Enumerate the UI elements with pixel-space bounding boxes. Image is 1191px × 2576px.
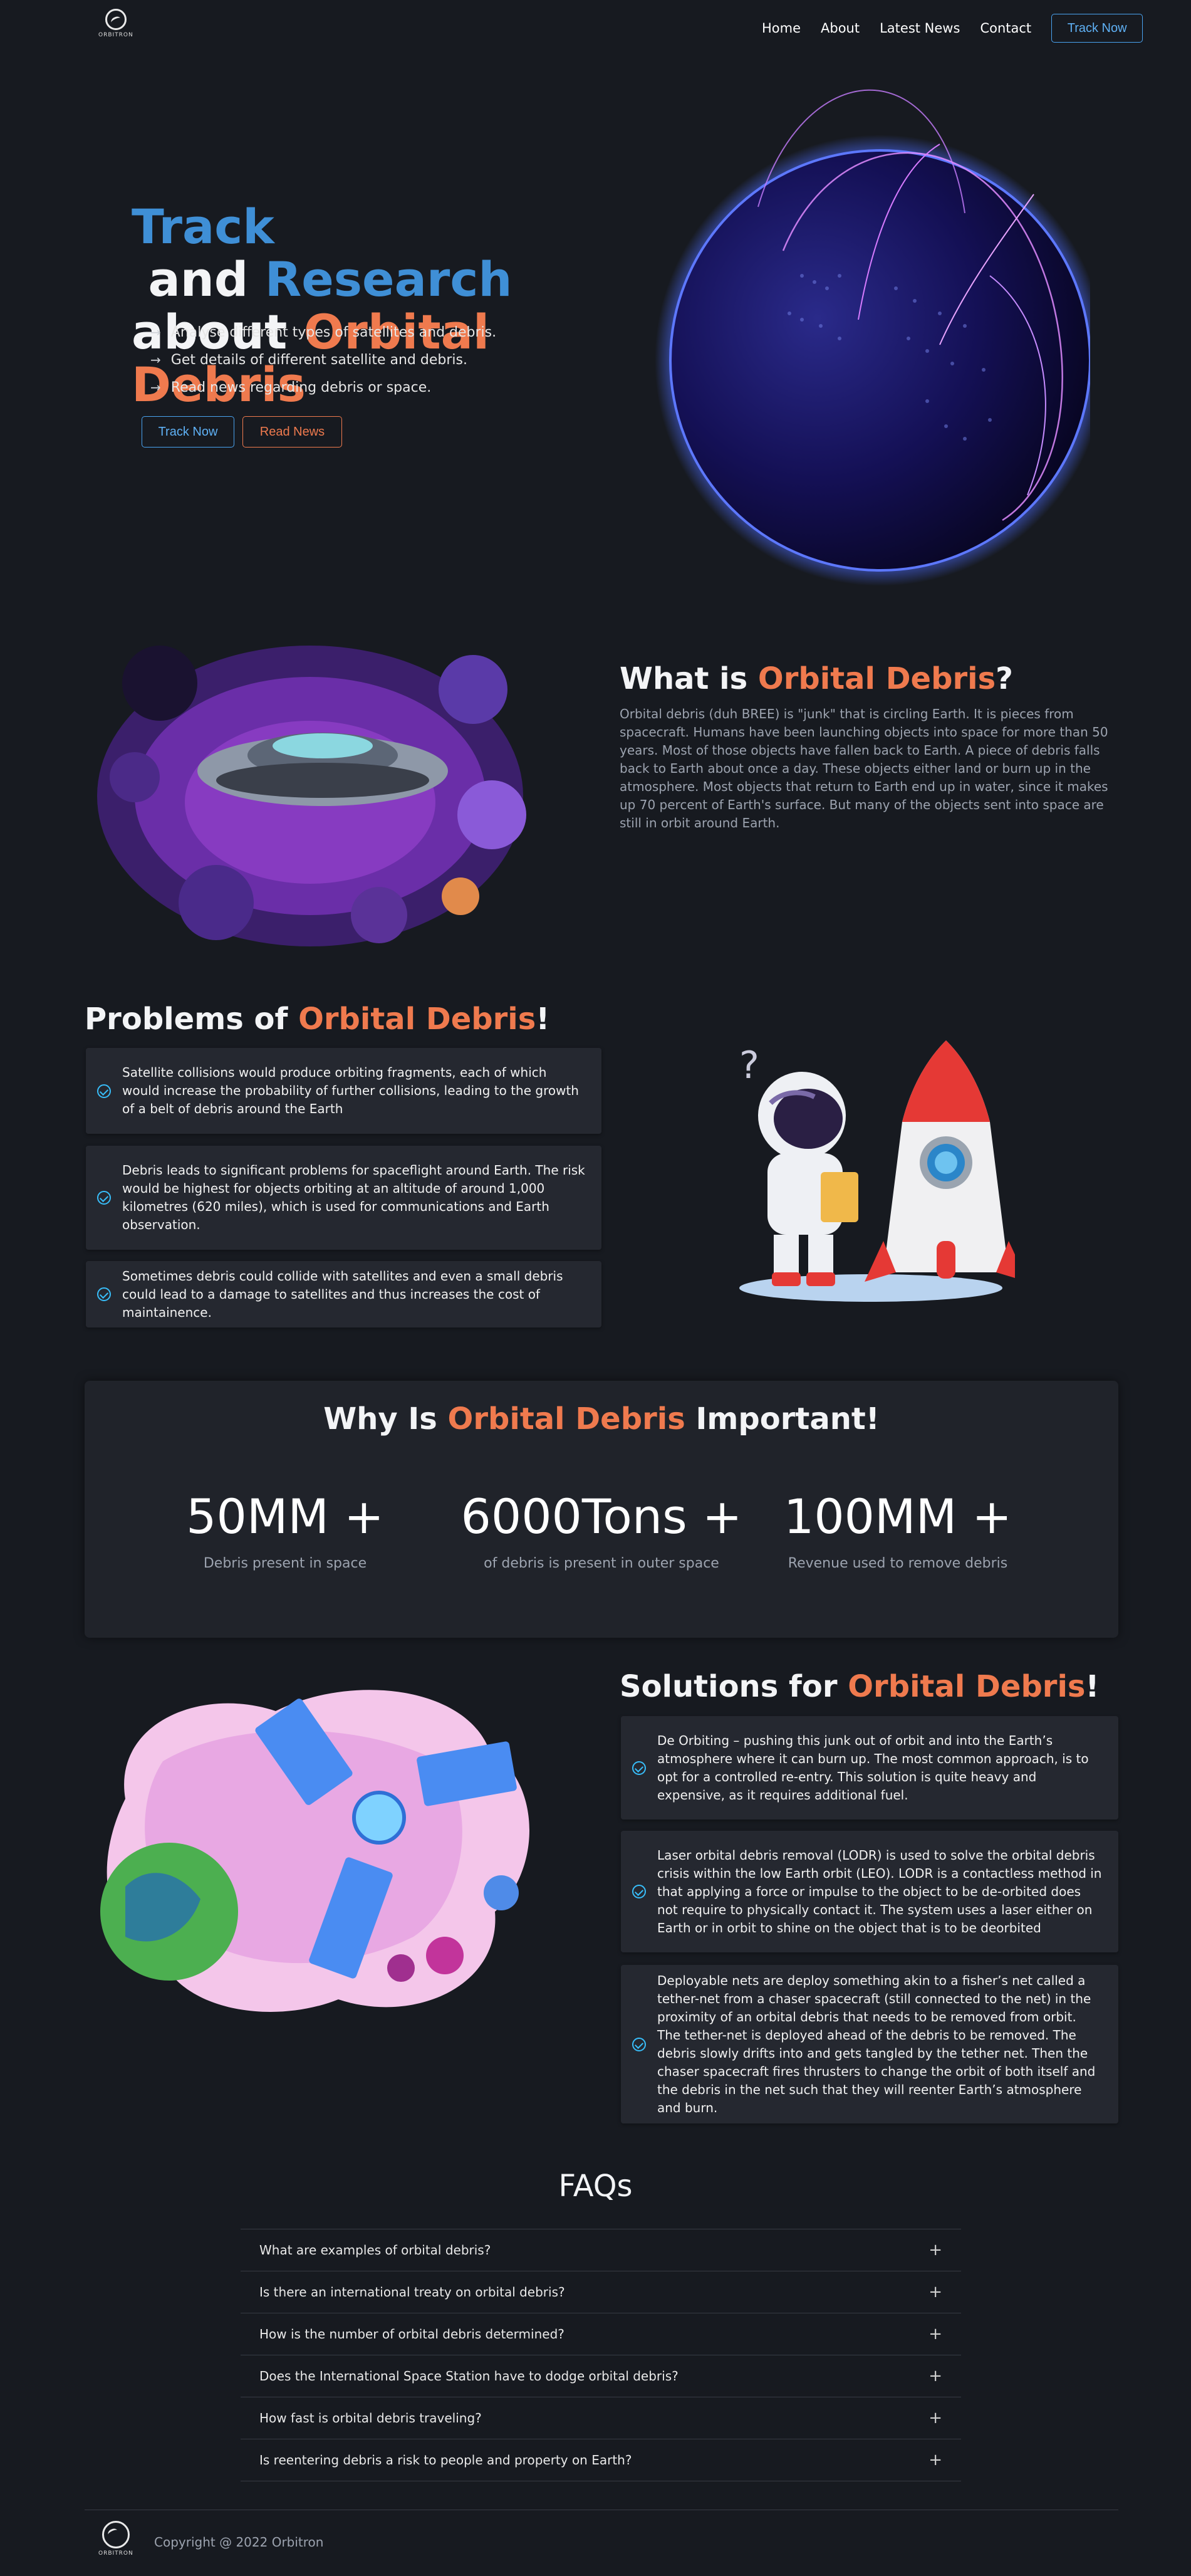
- solutions-title: Solutions for Orbital Debris!: [620, 1669, 1100, 1704]
- stat-item: 6000Tons + of debris is present in outer…: [432, 1489, 771, 1571]
- brand-logo[interactable]: ORBITRON: [98, 9, 133, 38]
- plus-icon: +: [928, 2241, 942, 2259]
- earth-globe-illustration: [655, 89, 1090, 586]
- nav-link-about[interactable]: About: [821, 21, 860, 36]
- plus-icon: +: [928, 2367, 942, 2385]
- check-circle-icon: [632, 1761, 646, 1775]
- footer-copyright: Copyright @ 2022 Orbitron: [154, 2535, 324, 2550]
- brand-logo-text: ORBITRON: [98, 32, 133, 38]
- what-is-description: Orbital debris (duh BREE) is "junk" that…: [620, 706, 1108, 830]
- check-circle-icon: [97, 1191, 111, 1205]
- orbit-logo-icon: [105, 9, 127, 30]
- stat-label: of debris is present in outer space: [484, 1556, 719, 1571]
- check-circle-icon: [97, 1084, 111, 1098]
- nav-link-home[interactable]: Home: [762, 21, 801, 36]
- svg-text:?: ?: [739, 1044, 759, 1087]
- problem-card: Debris leads to significant problems for…: [86, 1146, 601, 1250]
- faq-item[interactable]: Is reentering debris a risk to people an…: [241, 2439, 961, 2481]
- main-nav: Home About Latest News Contact Track Now: [762, 14, 1143, 43]
- nav-link-contact[interactable]: Contact: [980, 21, 1031, 36]
- hero-read-news-button[interactable]: Read News: [242, 416, 342, 448]
- faq-item[interactable]: How fast is orbital debris traveling? +: [241, 2397, 961, 2439]
- problem-card: Satellite collisions would produce orbit…: [86, 1048, 601, 1134]
- hero-bullet: → Analyse different types of satellites a…: [150, 324, 497, 340]
- solution-card: Laser orbital debris removal (LODR) is u…: [621, 1831, 1118, 1952]
- orbit-logo-icon: [101, 2521, 130, 2548]
- hero-track-now-button[interactable]: Track Now: [142, 416, 234, 448]
- faq-title: FAQs: [558, 2169, 633, 2204]
- stat-label: Debris present in space: [203, 1556, 367, 1571]
- check-circle-icon: [632, 1885, 646, 1898]
- plus-icon: +: [928, 2451, 942, 2469]
- stat-item: 100MM + Revenue used to remove debris: [772, 1489, 1023, 1571]
- faq-list: What are examples of orbital debris? + Is…: [241, 2229, 961, 2481]
- footer-logo[interactable]: ORBITRON: [98, 2521, 133, 2557]
- hero-bullet: → Read news regarding debris or space.: [150, 379, 432, 395]
- astronaut-rocket-illustration: ?: [739, 1040, 1015, 1302]
- what-is-title: What is Orbital Debris?: [620, 661, 1013, 696]
- problem-card: Sometimes debris could collide with sate…: [86, 1261, 601, 1327]
- check-circle-icon: [632, 2037, 646, 2051]
- problems-title: Problems of Orbital Debris!: [85, 1002, 550, 1037]
- solution-card: De Orbiting – pushing this junk out of o…: [621, 1716, 1118, 1819]
- stat-value: 50MM +: [186, 1489, 384, 1544]
- arrow-right-icon: →: [150, 380, 161, 395]
- satellite-space-illustration: [100, 1690, 529, 2012]
- stat-value: 100MM +: [783, 1489, 1012, 1544]
- hero-title-and: and: [132, 251, 265, 307]
- solution-card: Deployable nets are deploy something aki…: [621, 1965, 1118, 2123]
- faq-item[interactable]: How is the number of orbital debris dete…: [241, 2313, 961, 2355]
- arrow-right-icon: →: [150, 352, 161, 367]
- faq-item[interactable]: Does the International Space Station hav…: [241, 2355, 961, 2397]
- spaceship-asteroid-illustration: [97, 646, 526, 946]
- stat-item: 50MM + Debris present in space: [160, 1489, 410, 1571]
- hero-bullet: → Get details of different satellite and …: [150, 352, 467, 368]
- faq-item[interactable]: Is there an international treaty on orbi…: [241, 2271, 961, 2313]
- faq-item[interactable]: What are examples of orbital debris? +: [241, 2229, 961, 2271]
- footer-logo-text: ORBITRON: [98, 2550, 133, 2557]
- hero-title-research: Research: [264, 251, 512, 307]
- why-important-title: Why Is Orbital Debris Important!: [323, 1401, 880, 1437]
- nav-track-now-button[interactable]: Track Now: [1051, 14, 1143, 43]
- stat-value: 6000Tons +: [460, 1489, 742, 1544]
- plus-icon: +: [928, 2283, 942, 2301]
- hero-title-track: Track: [132, 199, 274, 254]
- plus-icon: +: [928, 2325, 942, 2343]
- check-circle-icon: [97, 1287, 111, 1301]
- nav-link-latest-news[interactable]: Latest News: [880, 21, 960, 36]
- hero-bullet-list: → Analyse different types of satellites a…: [150, 318, 496, 401]
- stat-label: Revenue used to remove debris: [788, 1556, 1008, 1571]
- arrow-right-icon: →: [150, 325, 161, 340]
- plus-icon: +: [928, 2409, 942, 2427]
